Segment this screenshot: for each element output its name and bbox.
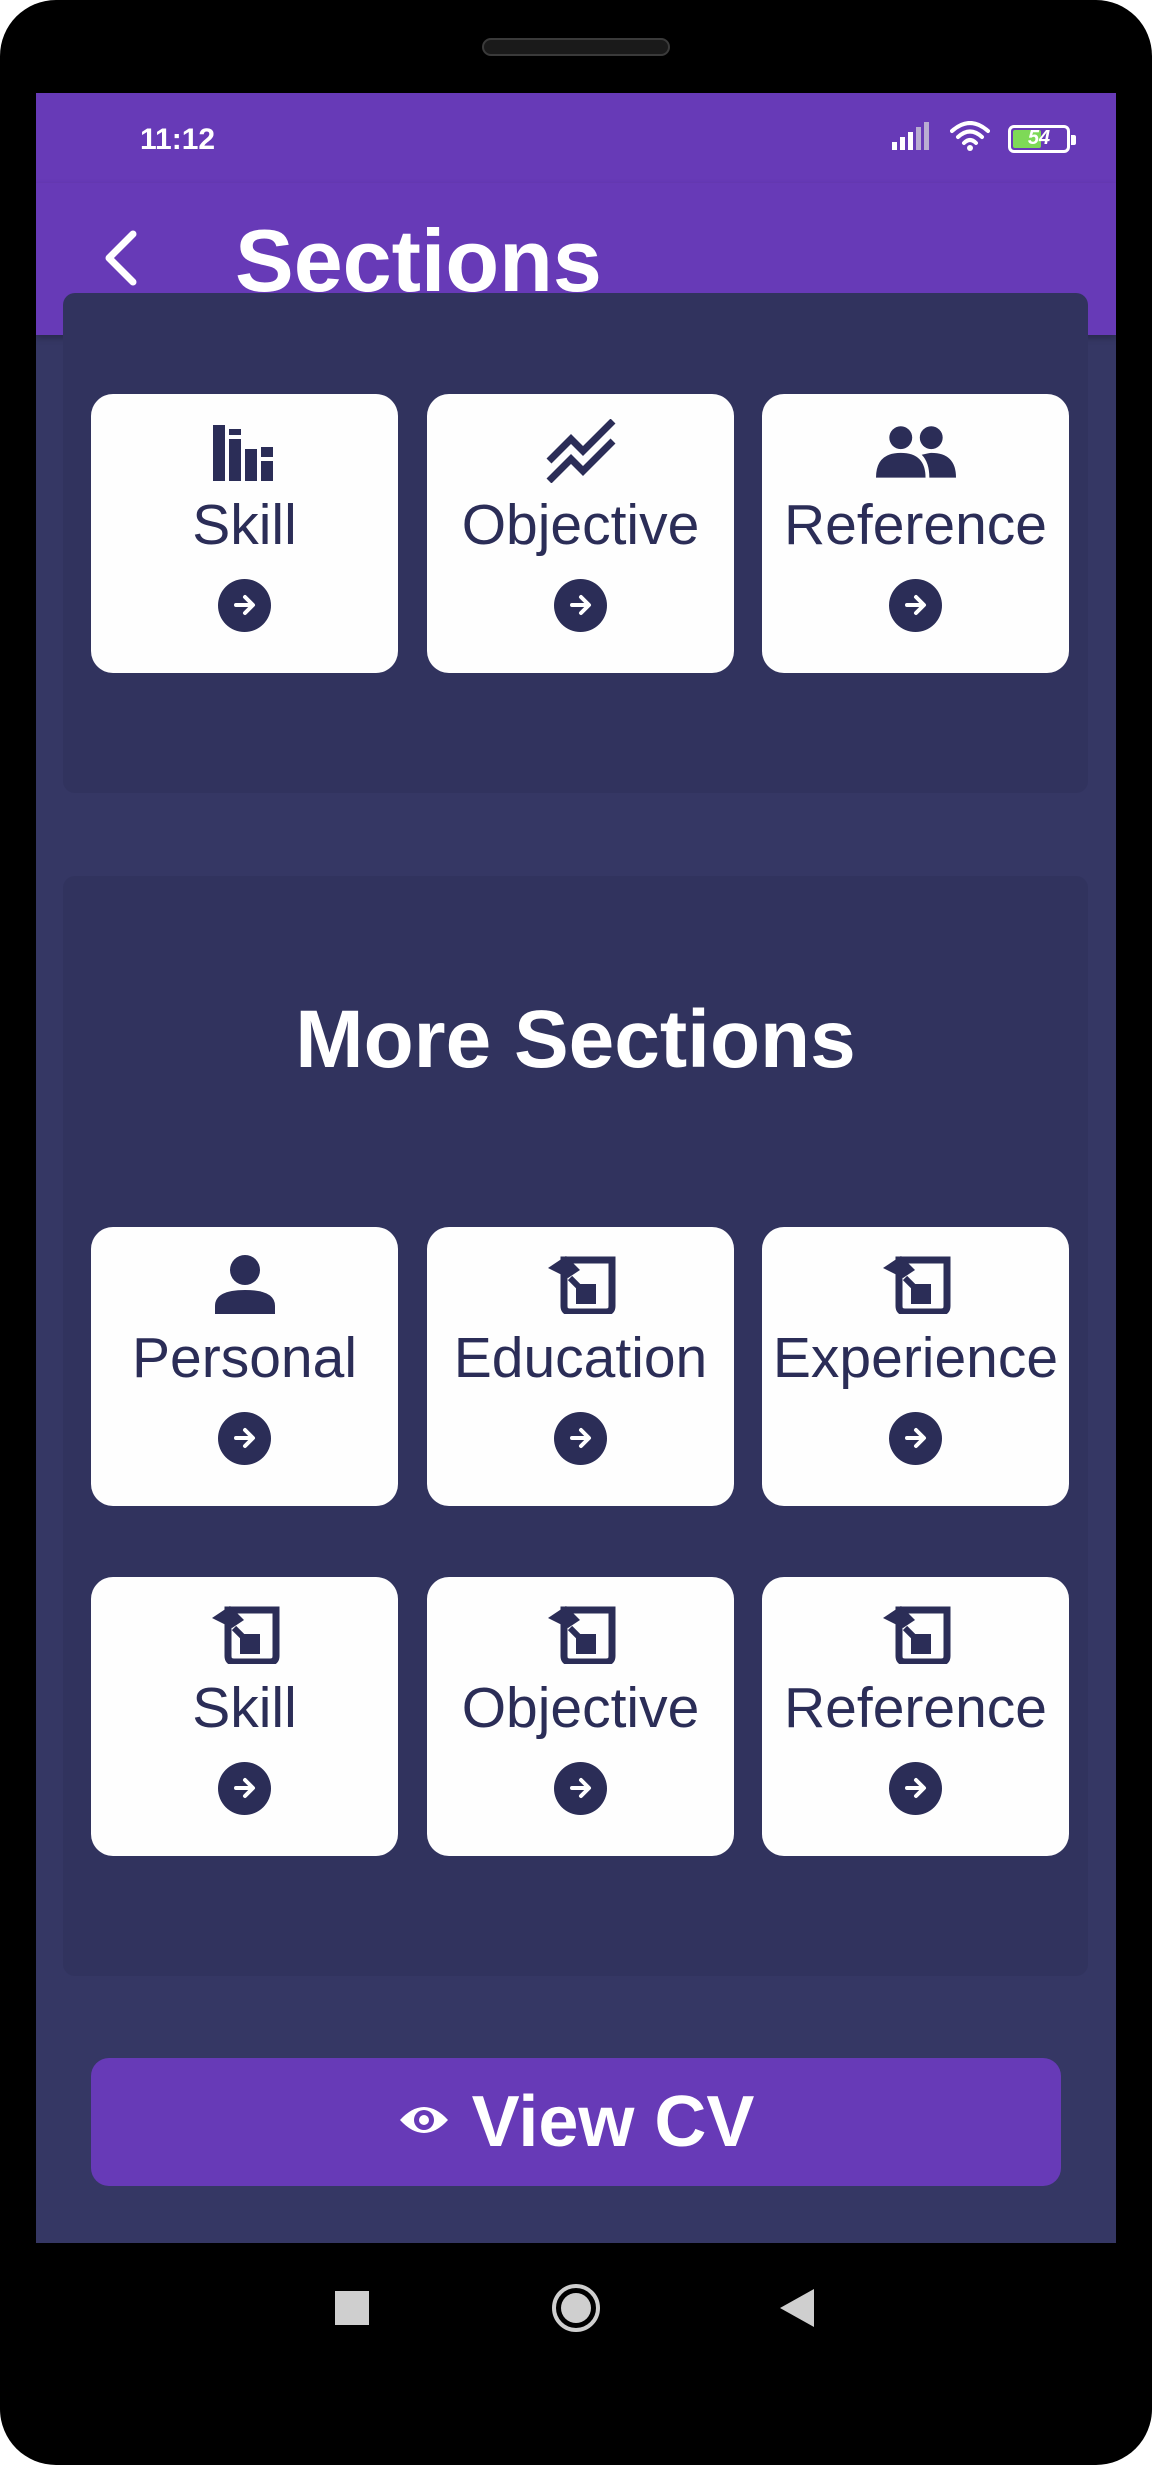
section-card-personal[interactable]: Personal [91,1227,398,1506]
section-card-skill[interactable]: Skill [91,394,398,673]
chevron-left-icon [101,228,141,293]
arrow-right-icon [889,1411,942,1465]
view-cv-label: View CV [471,2082,755,2162]
scroll-quill-icon [205,1599,285,1669]
status-icons: 54 [892,121,1076,156]
section-title: More Sections [295,994,856,1085]
trending-icon [541,416,621,486]
section-card-education[interactable]: Education [427,1227,734,1506]
arrow-right-icon [218,1411,271,1465]
card-label: Objective [461,493,700,557]
system-nav-bar [0,2243,1152,2373]
card-label: Skill [192,1676,297,1740]
signal-icon [892,122,932,155]
battery-icon: 54 [1008,124,1076,153]
section-card-reference-more[interactable]: Reference [762,1577,1069,1856]
card-label: Objective [461,1676,700,1740]
scroll-quill-icon [541,1249,621,1319]
eye-icon [398,2102,450,2143]
arrow-right-icon [889,1761,942,1815]
home-button[interactable] [551,2283,601,2338]
recents-button[interactable] [335,2291,369,2330]
phone-frame: 11:12 54 Sections Skill Objective Refere… [0,0,1152,2465]
status-bar: 11:12 54 [36,93,1116,183]
arrow-right-icon [889,578,942,632]
card-label: Experience [772,1326,1059,1390]
section-card-experience[interactable]: Experience [762,1227,1069,1506]
triangle-back-icon [780,2289,814,2332]
back-button[interactable] [86,225,156,295]
section-card-objective-more[interactable]: Objective [427,1577,734,1856]
scroll-quill-icon [876,1249,956,1319]
scroll-quill-icon [876,1599,956,1669]
section-card-skill-more[interactable]: Skill [91,1577,398,1856]
battery-level: 54 [1027,127,1051,149]
skill-chart-icon [205,416,285,486]
arrow-right-icon [554,1411,607,1465]
card-label: Education [453,1326,708,1390]
earpiece-speaker [482,38,670,56]
back-nav-button[interactable] [780,2289,814,2332]
people-icon [875,416,956,486]
section-card-objective[interactable]: Objective [427,394,734,673]
card-label: Personal [132,1326,357,1390]
arrow-right-icon [218,578,271,632]
arrow-right-icon [554,1761,607,1815]
arrow-right-icon [218,1761,271,1815]
circle-icon [551,2283,601,2338]
wifi-icon [950,121,990,156]
app-screen: 11:12 54 Sections Skill Objective Refere… [36,93,1116,2243]
arrow-right-icon [554,578,607,632]
section-card-reference[interactable]: Reference [762,394,1069,673]
status-time: 11:12 [140,123,216,156]
card-label: Skill [192,493,297,557]
square-icon [335,2291,369,2330]
person-icon [205,1249,285,1319]
view-cv-button[interactable]: View CV [91,2058,1061,2186]
scroll-quill-icon [541,1599,621,1669]
card-label: Reference [784,493,1047,557]
card-label: Reference [784,1676,1047,1740]
